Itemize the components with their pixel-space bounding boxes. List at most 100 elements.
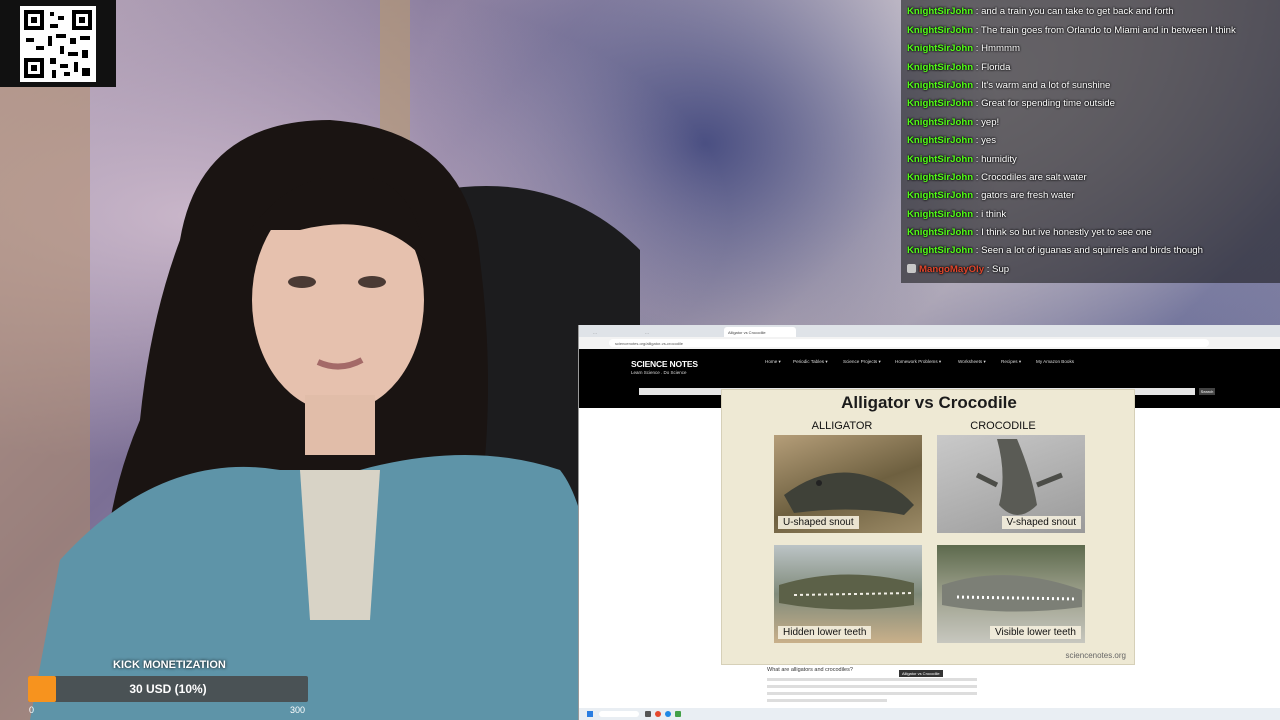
chat-message: KnightSirJohn : yes xyxy=(907,132,1274,150)
browser-tab[interactable]: … xyxy=(641,327,721,337)
chat-message: KnightSirJohn : I think so but ive hones… xyxy=(907,224,1274,242)
monetization-max: 300 xyxy=(290,705,306,715)
nav-item[interactable]: Homework Problems ▾ xyxy=(895,359,941,365)
caption-visible-lower-teeth: Visible lower teeth xyxy=(990,626,1081,639)
alligator-teeth-photo: Hidden lower teeth xyxy=(774,545,922,643)
chat-separator: : xyxy=(973,153,982,165)
chat-text: yep! xyxy=(981,116,1000,128)
chat-text: It's warm and a lot of sunshine xyxy=(981,79,1111,91)
chat-text: yes xyxy=(981,135,997,147)
monetization-title: KICK MONETIZATION xyxy=(113,659,226,671)
chat-username[interactable]: KnightSirJohn xyxy=(907,172,973,183)
site-header: SCIENCE NOTES Learn Science . Do Science… xyxy=(579,349,1280,384)
crocodile-snout-photo: V-shaped snout xyxy=(937,435,1085,533)
caption-hidden-lower-teeth: Hidden lower teeth xyxy=(778,626,872,639)
crocodile-heading: CROCODILE xyxy=(970,420,1036,432)
chat-separator: : xyxy=(973,135,982,147)
chat-username[interactable]: KnightSirJohn xyxy=(907,245,973,256)
infographic-site-credit: sciencenotes.org xyxy=(1065,651,1126,660)
chat-text: humidity xyxy=(981,153,1017,165)
taskbar-app-icon[interactable] xyxy=(665,711,671,717)
nav-item[interactable]: My Amazon Books xyxy=(1036,359,1074,364)
alligator-heading: ALLIGATOR xyxy=(811,420,873,432)
qr-code-icon xyxy=(20,6,96,82)
site-search-button[interactable]: Search xyxy=(1199,388,1215,395)
chat-text: I think so but ive honestly yet to see o… xyxy=(981,227,1152,239)
taskbar-app-icon[interactable] xyxy=(675,711,681,717)
chat-separator: : xyxy=(973,61,982,73)
chat-username[interactable]: KnightSirJohn xyxy=(907,25,973,36)
site-tagline: Learn Science . Do Science xyxy=(631,370,687,375)
chat-message: KnightSirJohn : It's warm and a lot of s… xyxy=(907,77,1274,95)
site-logo[interactable]: SCIENCE NOTES xyxy=(631,359,698,369)
chat-username[interactable]: KnightSirJohn xyxy=(907,190,973,201)
crocodile-teeth-photo: Visible lower teeth xyxy=(937,545,1085,643)
chat-username[interactable]: KnightSirJohn xyxy=(907,154,973,165)
nav-item[interactable]: Recipes ▾ xyxy=(1001,359,1021,365)
chat-message: MangoMayOly : Sup xyxy=(907,261,1274,279)
chat-username[interactable]: KnightSirJohn xyxy=(907,135,973,146)
infographic-title: Alligator vs Crocodile xyxy=(841,393,1017,412)
chat-message: KnightSirJohn : The train goes from Orla… xyxy=(907,22,1274,40)
nav-item[interactable]: Periodic Tables ▾ xyxy=(793,359,828,365)
chat-username[interactable]: KnightSirJohn xyxy=(907,43,973,54)
nav-item[interactable]: Science Projects ▾ xyxy=(843,359,881,365)
browser-tab-active[interactable]: Alligator vs Crocodile xyxy=(724,327,796,337)
paragraph-line xyxy=(767,678,977,681)
url-field[interactable]: sciencenotes.org/alligator-vs-crocodile xyxy=(609,339,1209,347)
caption-u-shaped-snout: U-shaped snout xyxy=(778,516,859,529)
taskbar-app-icon[interactable] xyxy=(655,711,661,717)
caption-v-shaped-snout: V-shaped snout xyxy=(1001,516,1081,529)
chat-badge-icon xyxy=(907,263,916,273)
taskbar-app-icon[interactable] xyxy=(645,711,651,717)
browser-address-bar: sciencenotes.org/alligator-vs-crocodile xyxy=(579,337,1280,349)
start-menu-icon[interactable] xyxy=(587,711,593,717)
chat-username[interactable]: KnightSirJohn xyxy=(907,117,973,128)
chat-text: gators are fresh water xyxy=(981,190,1075,202)
chat-message: KnightSirJohn : Seen a lot of iguanas an… xyxy=(907,242,1274,260)
chat-text: Sup xyxy=(992,263,1010,275)
chat-message: KnightSirJohn : Florida xyxy=(907,59,1274,77)
alligator-snout-photo: U-shaped snout xyxy=(774,435,922,533)
chat-text: i think xyxy=(981,208,1007,220)
monetization-value: 30 USD (10%) xyxy=(129,682,207,696)
chat-separator: : xyxy=(973,116,982,128)
qr-code-panel xyxy=(0,0,116,87)
nav-item[interactable]: Home ▾ xyxy=(765,359,781,365)
chat-username[interactable]: KnightSirJohn xyxy=(907,62,973,73)
os-taskbar xyxy=(579,708,1280,720)
chat-message: KnightSirJohn : Great for spending time … xyxy=(907,95,1274,113)
chat-text: Florida xyxy=(981,61,1011,73)
chat-separator: : xyxy=(973,227,982,239)
chat-message: KnightSirJohn : and a train you can take… xyxy=(907,3,1274,21)
monetization-widget: KICK MONETIZATION 30 USD (10%) 0 300 xyxy=(0,656,340,720)
monetization-min: 0 xyxy=(29,705,35,715)
monetization-progress-bar: 30 USD (10%) xyxy=(28,676,308,702)
chat-username[interactable]: KnightSirJohn xyxy=(907,6,973,17)
chat-separator: : xyxy=(973,24,981,36)
chat-message: KnightSirJohn : Hmmmm xyxy=(907,40,1274,58)
chat-username[interactable]: KnightSirJohn xyxy=(907,227,973,238)
chat-message: KnightSirJohn : gators are fresh water xyxy=(907,187,1274,205)
browser-tab[interactable]: … xyxy=(589,327,639,337)
page-heading: What are alligators and crocodiles? xyxy=(767,667,853,673)
nav-item[interactable]: Worksheets ▾ xyxy=(958,359,986,365)
taskbar-search-field[interactable] xyxy=(599,711,639,717)
image-tooltip: Alligator vs Crocodile xyxy=(899,670,943,677)
chat-separator: : xyxy=(973,171,982,183)
alligator-vs-crocodile-infographic[interactable]: Alligator vs Crocodile ALLIGATOR CROCODI… xyxy=(721,389,1135,665)
paragraph-line xyxy=(767,699,887,702)
streamer-webcam xyxy=(0,0,640,720)
chat-separator: : xyxy=(973,245,982,257)
chat-separator: : xyxy=(973,79,982,91)
chat-username[interactable]: MangoMayOly xyxy=(919,264,984,275)
chat-username[interactable]: KnightSirJohn xyxy=(907,80,973,91)
paragraph-line xyxy=(767,692,977,695)
chat-text: The train goes from Orlando to Miami and… xyxy=(980,24,1236,36)
chat-text: Great for spending time outside xyxy=(981,98,1115,110)
chat-username[interactable]: KnightSirJohn xyxy=(907,98,973,109)
chat-text: Hmmmm xyxy=(981,43,1020,55)
chat-separator: : xyxy=(973,6,982,18)
chat-text: Crocodiles are salt water xyxy=(981,171,1087,183)
chat-username[interactable]: KnightSirJohn xyxy=(907,209,973,220)
